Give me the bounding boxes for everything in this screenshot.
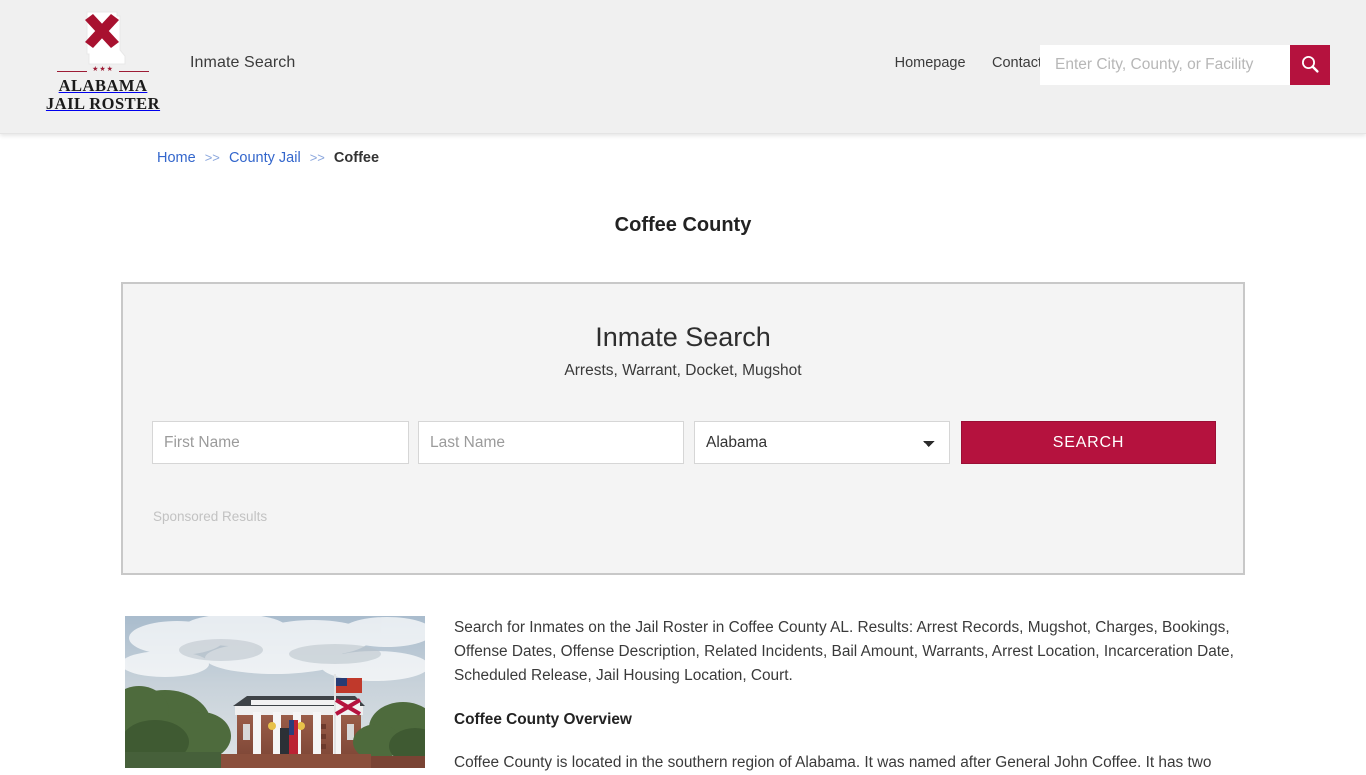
- nav-item-homepage[interactable]: Homepage: [895, 55, 966, 71]
- widget-subtitle: Arrests, Warrant, Docket, Mugshot: [564, 362, 802, 380]
- inmate-search-widget: Inmate Search Arrests, Warrant, Docket, …: [121, 282, 1245, 575]
- courthouse-photo: [125, 616, 425, 768]
- alabama-state-outline-icon: [40, 10, 166, 66]
- overview-heading: Coffee County Overview: [454, 711, 632, 728]
- site-logo[interactable]: ★★★ ALABAMA JAIL ROSTER: [40, 10, 166, 116]
- logo-divider: ★★★: [57, 66, 149, 76]
- widget-title: Inmate Search: [595, 322, 771, 352]
- breadcrumb-separator: >>: [204, 150, 220, 165]
- last-name-input[interactable]: [418, 421, 684, 464]
- page-title: Coffee County: [614, 214, 752, 237]
- logo-text-line1: ALABAMA: [58, 76, 148, 95]
- breadcrumb-item-county-jail[interactable]: County Jail: [229, 150, 301, 166]
- breadcrumb-item-home[interactable]: Home: [157, 150, 196, 166]
- logo-text-line2: JAIL ROSTER: [45, 93, 161, 113]
- nav-item-contact[interactable]: Contact: [992, 55, 1042, 71]
- breadcrumb: Home >> County Jail >> Coffee: [157, 150, 379, 166]
- content-paragraph-1: Search for Inmates on the Jail Roster in…: [454, 619, 1234, 684]
- sponsored-results-label: Sponsored Results: [153, 509, 268, 524]
- header-search: [1040, 45, 1330, 85]
- header-inner: ★★★ ALABAMA JAIL ROSTER Inmate Search Ho…: [0, 0, 1366, 133]
- header-search-button[interactable]: [1290, 45, 1330, 85]
- header-search-input[interactable]: [1040, 45, 1290, 85]
- search-icon: [1300, 54, 1320, 77]
- header-tagline: Inmate Search: [190, 54, 296, 71]
- breadcrumb-separator: >>: [309, 150, 325, 165]
- search-submit-button[interactable]: SEARCH: [961, 421, 1216, 464]
- state-select[interactable]: Alabama: [693, 421, 951, 464]
- inmate-search-form: Alabama SEARCH: [152, 421, 1216, 464]
- first-name-input[interactable]: [152, 421, 410, 464]
- content-text: Search for Inmates on the Jail Roster in…: [454, 616, 1254, 775]
- header-nav: Homepage Contact: [895, 54, 1042, 72]
- breadcrumb-item-current: Coffee: [333, 150, 380, 166]
- content-paragraph-2: Coffee County is located in the southern…: [454, 754, 1212, 771]
- site-header: ★★★ ALABAMA JAIL ROSTER Inmate Search Ho…: [0, 0, 1366, 134]
- logo-stars: ★★★: [92, 66, 114, 73]
